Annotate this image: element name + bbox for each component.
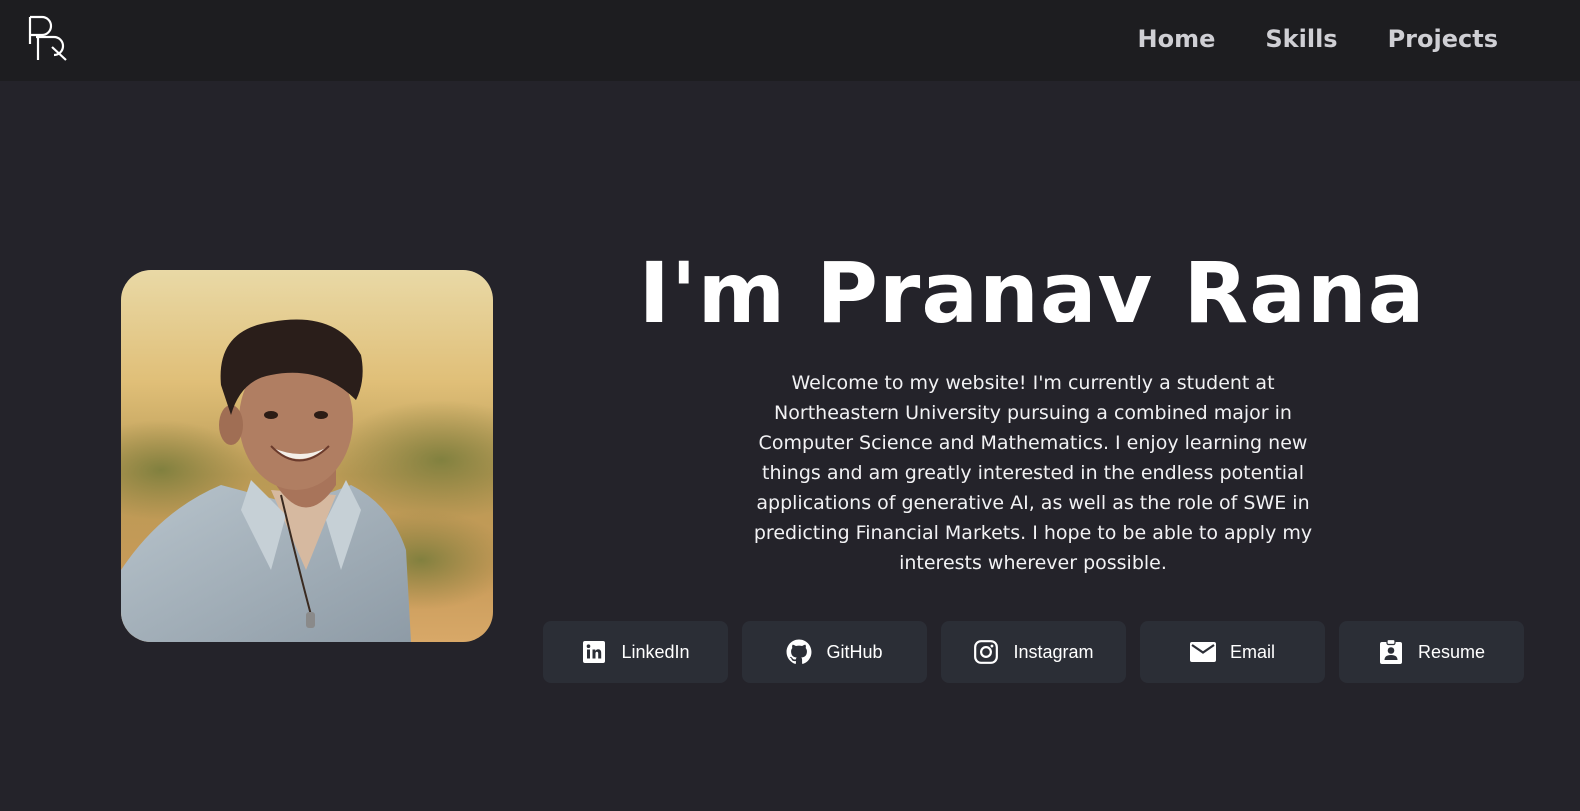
resume-label: Resume: [1417, 641, 1486, 662]
profile-photo: [121, 270, 493, 642]
nav-skills-link[interactable]: Skills: [1265, 22, 1337, 56]
navbar: Home Skills Projects: [0, 0, 1580, 81]
nav-home-link[interactable]: Home: [1138, 22, 1216, 56]
email-icon: [1189, 639, 1216, 665]
pr-logo-icon: [28, 15, 67, 61]
hero-title: I'm Pranav Rana: [638, 244, 1426, 342]
instagram-button[interactable]: Instagram: [941, 621, 1126, 683]
linkedin-label: LinkedIn: [621, 641, 690, 662]
linkedin-icon: [581, 639, 607, 665]
resume-icon: [1378, 639, 1404, 665]
github-label: GitHub: [826, 641, 883, 662]
github-icon: [786, 639, 812, 665]
logo[interactable]: [28, 14, 70, 62]
nav-projects-link[interactable]: Projects: [1388, 22, 1498, 56]
instagram-label: Instagram: [1013, 641, 1094, 662]
nav-links: Home Skills Projects: [1138, 22, 1498, 56]
linkedin-button[interactable]: LinkedIn: [543, 621, 728, 683]
social-links: LinkedIn GitHub Instagram Email Resume: [543, 621, 1524, 683]
email-label: Email: [1229, 641, 1275, 662]
email-button[interactable]: Email: [1140, 621, 1325, 683]
instagram-icon: [973, 639, 999, 665]
github-button[interactable]: GitHub: [742, 621, 927, 683]
hero-description: Welcome to my website! I'm currently a s…: [753, 372, 1313, 574]
resume-button[interactable]: Resume: [1339, 621, 1524, 683]
